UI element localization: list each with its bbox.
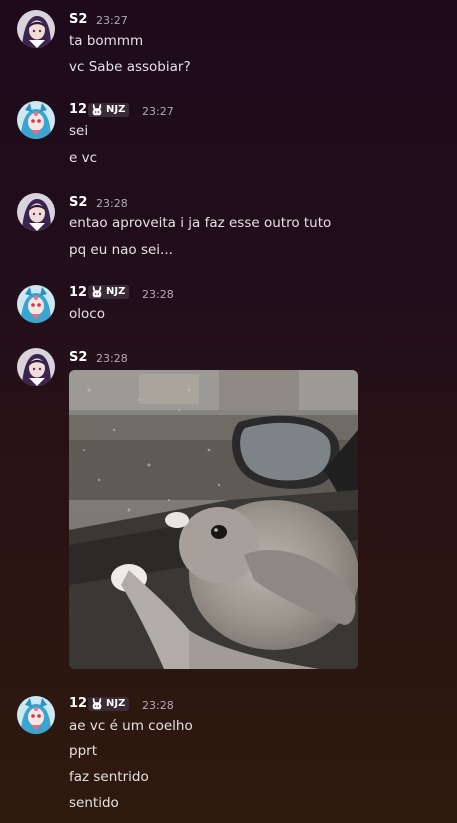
guild-tag[interactable]: NJZ — [88, 285, 130, 299]
message-text: ta bommm — [69, 33, 144, 49]
guild-tag[interactable]: NJZ — [88, 103, 130, 117]
message-author[interactable]: 12 — [69, 285, 87, 300]
avatar[interactable] — [17, 696, 55, 734]
message-text: sei — [69, 123, 89, 139]
message-author[interactable]: S2 — [69, 12, 87, 27]
message-text: entao aproveita i ja faz esse outro tuto — [69, 215, 332, 231]
avatar[interactable] — [17, 285, 55, 323]
message-timestamp: 23:28 — [96, 197, 128, 210]
message-text: pq eu nao sei... — [69, 242, 173, 258]
message-author[interactable]: S2 — [69, 195, 87, 210]
avatar[interactable] — [17, 101, 55, 139]
guild-tag[interactable]: NJZ — [88, 697, 130, 711]
message-timestamp: 23:27 — [96, 14, 128, 27]
message-timestamp: 23:28 — [142, 288, 174, 301]
avatar[interactable] — [17, 193, 55, 231]
message-text: faz sentrido — [69, 769, 149, 785]
message-author[interactable]: 12 — [69, 696, 87, 711]
message-author[interactable]: 12 — [69, 102, 87, 117]
message-text: oloco — [69, 306, 105, 322]
message-text: vc Sabe assobiar? — [69, 59, 191, 75]
message-text: e vc — [69, 150, 98, 166]
bunny-icon — [90, 285, 104, 299]
message-text: ae vc é um coelho — [69, 718, 193, 734]
avatar[interactable] — [17, 10, 55, 48]
message-text: pprt — [69, 743, 97, 759]
avatar[interactable] — [17, 348, 55, 386]
message-timestamp: 23:28 — [96, 352, 128, 365]
message-timestamp: 23:28 — [142, 699, 174, 712]
bunny-icon — [90, 103, 104, 117]
image-attachment[interactable] — [69, 370, 358, 669]
message-text: sentido — [69, 795, 119, 811]
bunny-icon — [90, 697, 104, 711]
message-author[interactable]: S2 — [69, 350, 87, 365]
guild-tag-label: NJZ — [106, 698, 126, 709]
message-timestamp: 23:27 — [142, 105, 174, 118]
guild-tag-label: NJZ — [106, 286, 126, 297]
guild-tag-label: NJZ — [106, 104, 126, 115]
